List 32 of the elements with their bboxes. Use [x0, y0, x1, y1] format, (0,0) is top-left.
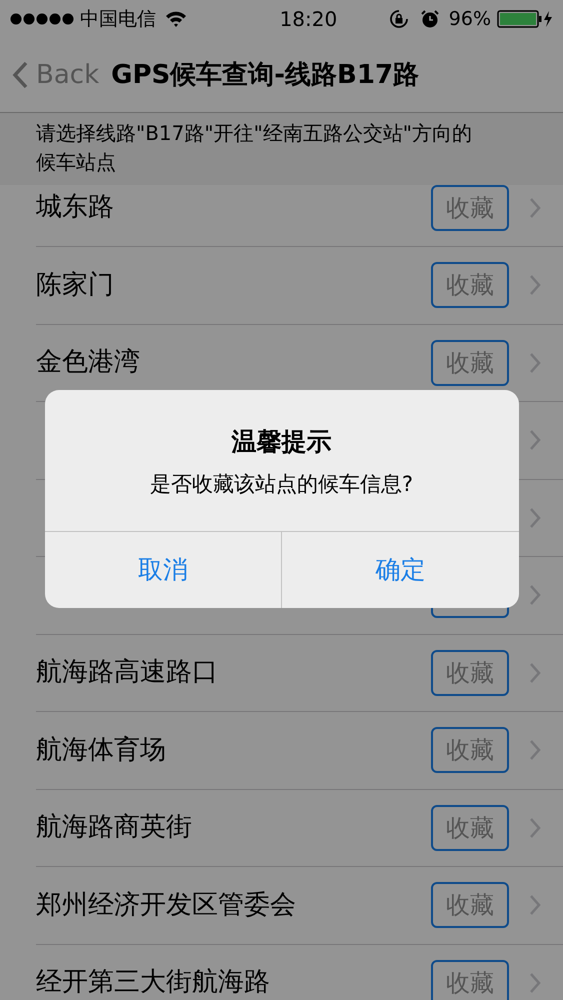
nav-title: GPS候车查询-线路B17路 [111, 58, 420, 92]
alert-message: 是否收藏该站点的候车信息? [150, 470, 414, 498]
stop-name[interactable]: 郑州经济开发区管委会 [36, 886, 296, 925]
alert-title: 温馨提示 [232, 426, 332, 458]
favorite-button[interactable]: 收藏 [431, 650, 509, 696]
favorite-button[interactable]: 收藏 [431, 727, 509, 774]
battery-percent: 96% [448, 6, 491, 32]
battery-icon [497, 10, 553, 28]
favorite-button[interactable]: 收藏 [431, 960, 509, 1000]
favorite-button[interactable]: 收藏 [431, 804, 509, 851]
stop-name[interactable]: 航海体育场 [36, 730, 166, 770]
stop-name[interactable]: 航海路高速路口 [36, 653, 218, 692]
hint-text: 请选择线路"B17路"开往"经南五路公交站"方向的候车站点 [36, 120, 473, 176]
back-button[interactable]: Back [12, 56, 100, 94]
stop-name[interactable]: 城东路 [36, 188, 114, 227]
favorite-button[interactable]: 收藏 [431, 882, 509, 928]
favorite-button[interactable]: 收藏 [431, 184, 509, 230]
signal-icon [10, 13, 74, 25]
carrier-name: 中国电信 [80, 6, 156, 32]
chevron-left-icon [12, 61, 28, 89]
wifi-icon [164, 10, 188, 28]
stop-name[interactable]: 金色港湾 [36, 343, 140, 382]
alert-button[interactable]: 取消 [44, 532, 281, 608]
favorite-button[interactable]: 收藏 [431, 340, 509, 386]
alert-button[interactable]: 确定 [281, 532, 518, 608]
rotation-lock-icon [388, 9, 409, 29]
stop-name[interactable]: 经开第三大街航海路 [36, 963, 270, 1000]
stop-name[interactable]: 航海路商英街 [36, 808, 192, 848]
stop-name[interactable]: 陈家门 [36, 266, 114, 305]
clock-time: 18:20 [278, 6, 338, 33]
favorite-button[interactable]: 收藏 [431, 262, 509, 308]
alarm-icon [420, 10, 439, 28]
